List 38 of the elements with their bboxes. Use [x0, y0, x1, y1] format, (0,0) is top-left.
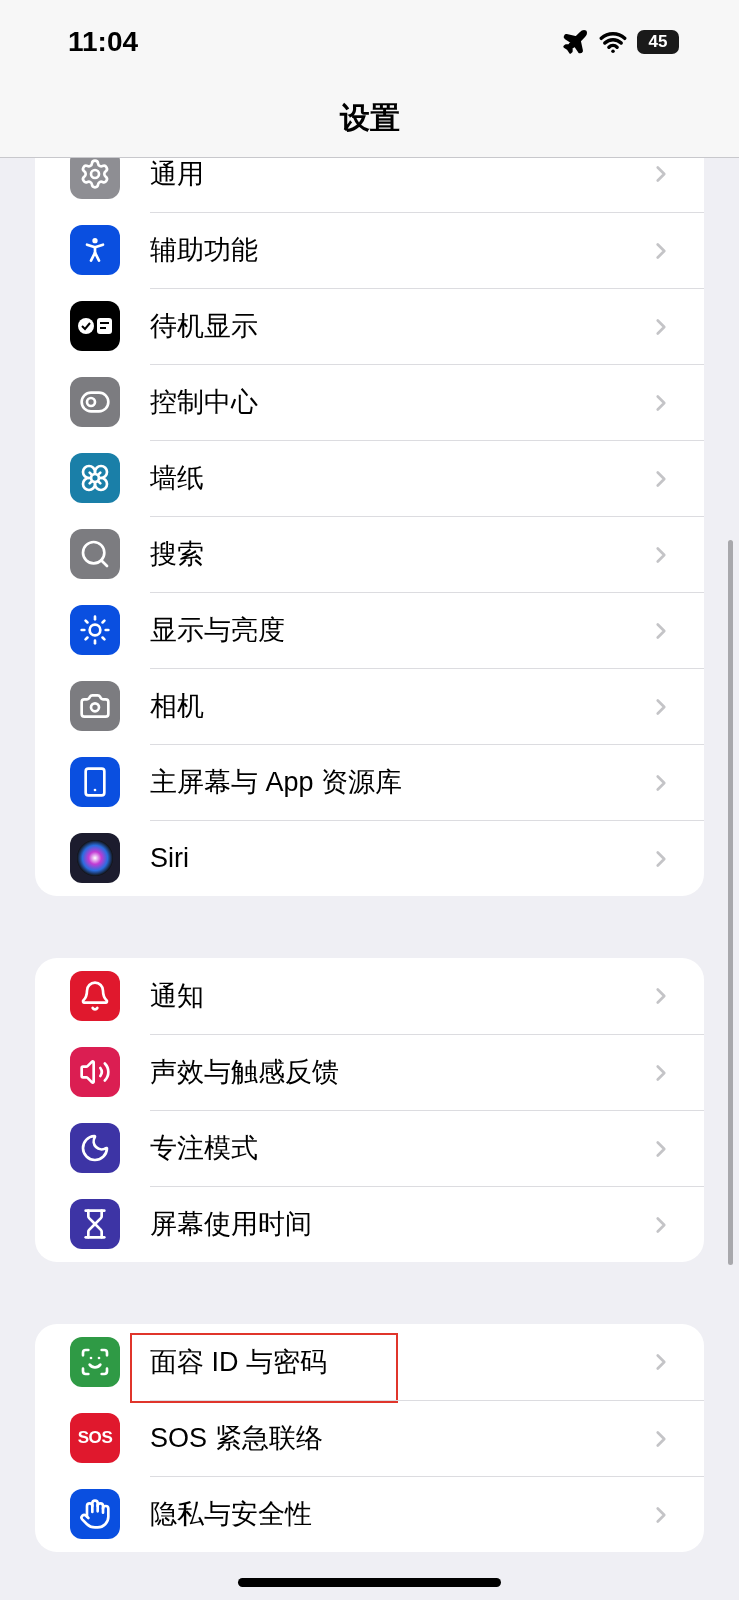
- battery-icon: 45: [637, 30, 679, 54]
- settings-row[interactable]: 辅助功能: [35, 212, 704, 288]
- row-label: 专注模式: [150, 1132, 259, 1166]
- settings-row[interactable]: 屏幕使用时间: [35, 1186, 704, 1262]
- row-label: 主屏幕与 App 资源库: [150, 766, 404, 800]
- row-label: 声效与触感反馈: [150, 1056, 340, 1090]
- row-label: 显示与亮度: [150, 614, 286, 648]
- row-label: 墙纸: [150, 462, 205, 496]
- settings-row[interactable]: 主屏幕与 App 资源库: [35, 744, 704, 820]
- row-label: SOS 紧急联络: [150, 1422, 324, 1456]
- row-label: 屏幕使用时间: [150, 1208, 313, 1242]
- settings-row[interactable]: 专注模式: [35, 1110, 704, 1186]
- settings-row[interactable]: 控制中心: [35, 364, 704, 440]
- row-label: Siri: [150, 842, 190, 876]
- row-label: 通知: [150, 979, 205, 1013]
- settings-row[interactable]: 隐私与安全性: [35, 1476, 704, 1552]
- row-label: 辅助功能: [150, 234, 259, 268]
- row-label: 隐私与安全性: [150, 1498, 313, 1532]
- settings-row[interactable]: 声效与触感反馈: [35, 1034, 704, 1110]
- settings-row[interactable]: SOS SOS 紧急联络: [35, 1400, 704, 1476]
- row-label: 相机: [150, 690, 205, 724]
- page-title: 设置: [339, 100, 400, 136]
- airplane-icon: [561, 28, 589, 56]
- settings-row[interactable]: 显示与亮度: [35, 592, 704, 668]
- settings-row[interactable]: 搜索: [35, 516, 704, 592]
- row-label: 面容 ID 与密码: [150, 1345, 328, 1379]
- settings-row[interactable]: 墙纸: [35, 440, 704, 516]
- settings-row[interactable]: 相机: [35, 668, 704, 744]
- settings-row[interactable]: 面容 ID 与密码: [35, 1324, 704, 1400]
- settings-row[interactable]: Siri: [35, 820, 704, 896]
- sos-icon: SOS: [70, 1413, 120, 1463]
- row-label: 待机显示: [150, 310, 259, 344]
- row-label: 通用: [150, 158, 205, 191]
- settings-row[interactable]: 待机显示: [35, 288, 704, 364]
- settings-row[interactable]: 通知: [35, 958, 704, 1034]
- row-label: 搜索: [150, 538, 205, 572]
- status-time: 11:04: [68, 25, 139, 59]
- row-label: 控制中心: [150, 386, 259, 420]
